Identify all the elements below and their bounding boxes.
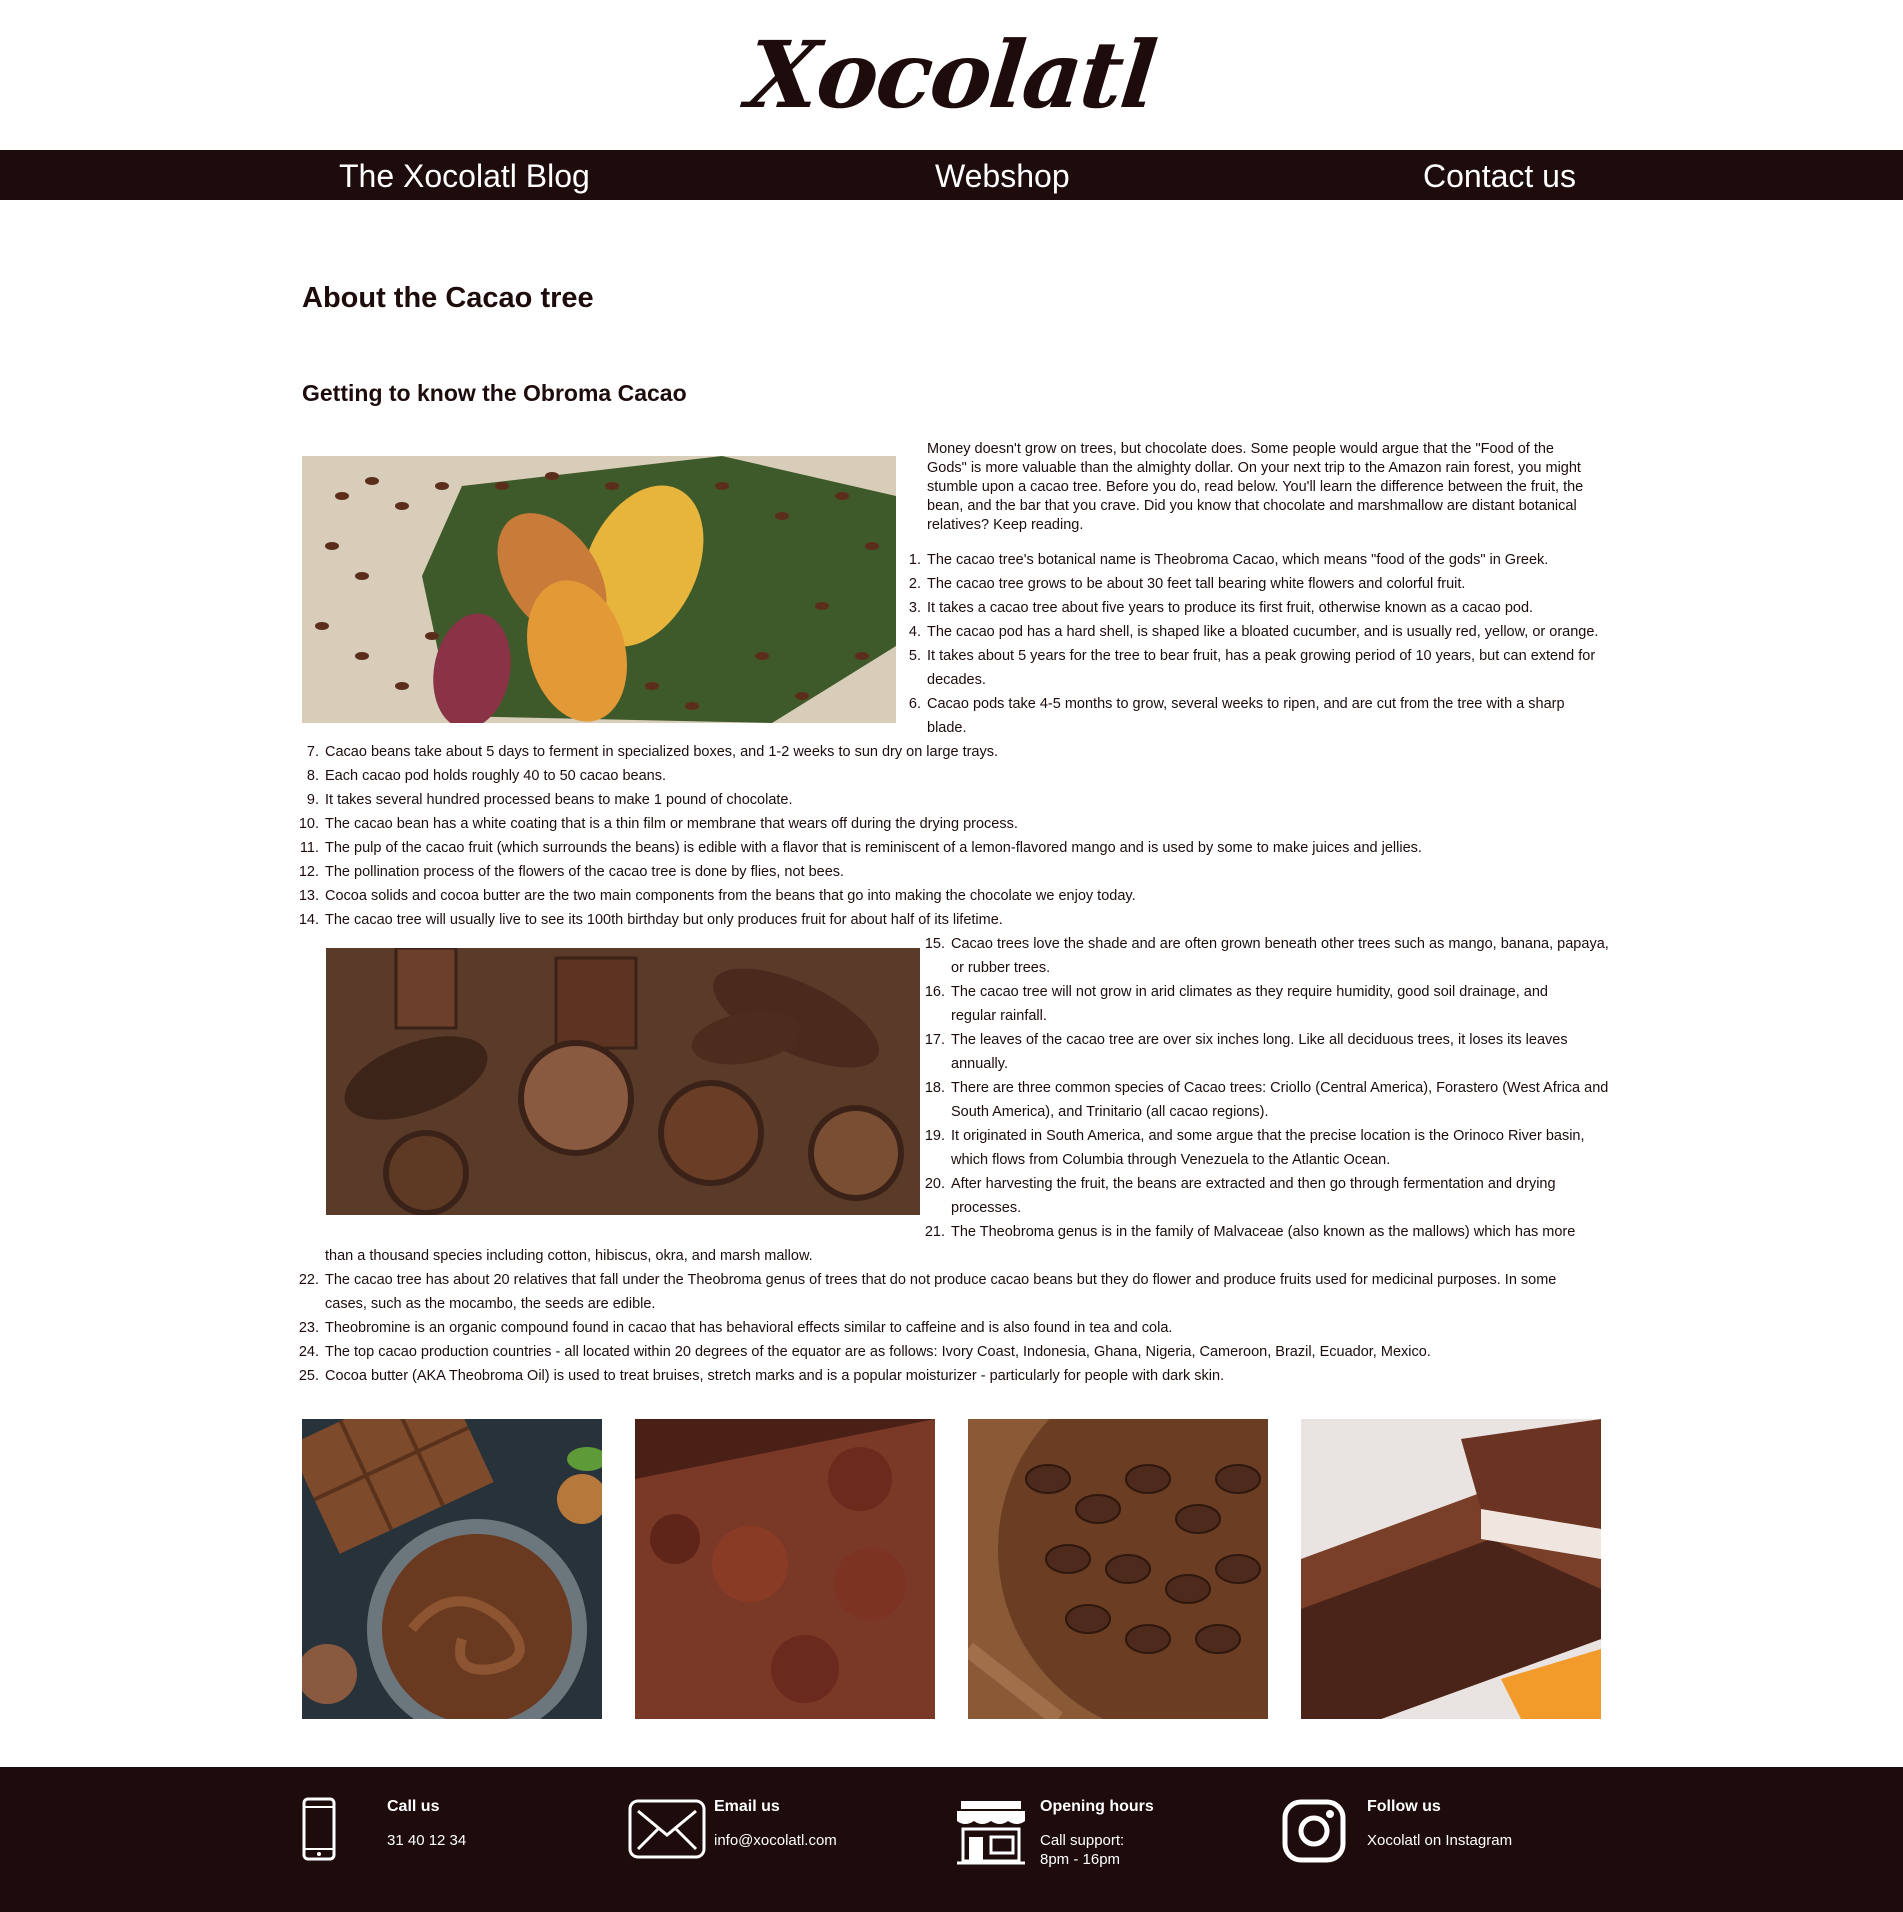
cacao-pods-image: [302, 456, 896, 723]
footer-phone-number[interactable]: 31 40 12 34: [387, 1831, 466, 1850]
list-item: 5. It takes about 5 years for the tree to…: [908, 648, 1596, 688]
list-item: 10. The cacao bean has a white coating th…: [298, 816, 1018, 832]
nav-item-blog[interactable]: The Xocolatl Blog: [339, 158, 590, 195]
list-item: 1. The cacao tree's botanical name is The…: [908, 552, 1549, 568]
footer-follow-title: Follow us: [1367, 1798, 1441, 1815]
logo[interactable]: Xocolatl: [743, 21, 1160, 129]
page-title: About the Cacao tree: [302, 282, 594, 314]
list-item: 13. Cocoa solids and cocoa butter are the…: [298, 888, 1136, 904]
instagram-icon[interactable]: [1282, 1799, 1346, 1868]
nav-item-contact[interactable]: Contact us: [1423, 158, 1576, 195]
gallery-image-chocolate-spread: [302, 1419, 602, 1719]
list-item: 24. The top cacao production countries - …: [298, 1344, 1431, 1360]
gallery-image-chocolate-cake: [1301, 1419, 1601, 1719]
envelope-icon: [628, 1799, 706, 1864]
intro-paragraph: Money doesn't grow on trees, but chocola…: [927, 441, 1584, 533]
footer-hours-title: Opening hours: [1040, 1798, 1154, 1815]
list-item: 4. The cacao pod has a hard shell, is sha…: [908, 624, 1599, 640]
list-item: 20. After harvesting the fruit, the beans…: [924, 1176, 1556, 1216]
list-item: 17. The leaves of the cacao tree are over…: [924, 1032, 1568, 1072]
list-item: 16. The cacao tree will not grow in arid …: [924, 984, 1548, 1024]
footer-email-address[interactable]: info@xocolatl.com: [714, 1831, 837, 1850]
page-subtitle: Getting to know the Obroma Cacao: [302, 380, 687, 406]
nav-item-webshop[interactable]: Webshop: [935, 158, 1070, 195]
list-item: 3. It takes a cacao tree about five years…: [908, 600, 1534, 616]
site-header: Xocolatl: [0, 0, 1903, 150]
chocolate-cocoa-image: [326, 948, 920, 1215]
gallery-image-cocoa-beans: [968, 1419, 1268, 1719]
storefront-icon: [955, 1799, 1027, 1870]
footer-hours-line1: Call support:: [1040, 1832, 1125, 1849]
list-item: 8. Each cacao pod holds roughly 40 to 50 …: [306, 768, 666, 784]
gallery-image-truffles: [635, 1419, 935, 1719]
list-item: 14. The cacao tree will usually live to s…: [298, 912, 1003, 928]
footer-instagram-link[interactable]: Xocolatl on Instagram: [1367, 1831, 1512, 1850]
list-item: 2. The cacao tree grows to be about 30 fe…: [908, 576, 1466, 592]
list-item: 15. Cacao trees love the shade and are of…: [924, 936, 1609, 976]
footer-email-title: Email us: [714, 1798, 780, 1815]
footer-hours-line2: 8pm - 16pm: [1040, 1851, 1121, 1868]
list-item: 19. It originated in South America, and s…: [924, 1128, 1585, 1168]
main-nav: The Xocolatl Blog Webshop Contact us: [0, 150, 1903, 200]
list-item: 18. There are three common species of Cac…: [924, 1080, 1609, 1120]
list-item: 21. The Theobroma genus is in the family …: [924, 1224, 1576, 1240]
list-item: 23. Theobromine is an organic compound fo…: [298, 1320, 1173, 1336]
phone-icon: [302, 1797, 336, 1866]
list-item: 7. Cacao beans take about 5 days to ferme…: [306, 744, 999, 760]
list-item: 9. It takes several hundred processed bea…: [306, 792, 793, 808]
list-item: 11. The pulp of the cacao fruit (which su…: [299, 840, 1422, 856]
site-footer: Call us 31 40 12 34 Email us info@xocola…: [0, 1767, 1903, 1912]
footer-call-title: Call us: [387, 1798, 440, 1815]
list-item: 12. The pollination process of the flower…: [298, 864, 845, 880]
list-item: 22. The cacao tree has about 20 relatives…: [298, 1272, 1557, 1312]
list-item: 25. Cocoa butter (AKA Theobroma Oil) is u…: [298, 1368, 1225, 1384]
list-item: 6. Cacao pods take 4-5 months to grow, se…: [908, 696, 1565, 736]
list-item: than a thousand species including cotton…: [325, 1248, 813, 1264]
